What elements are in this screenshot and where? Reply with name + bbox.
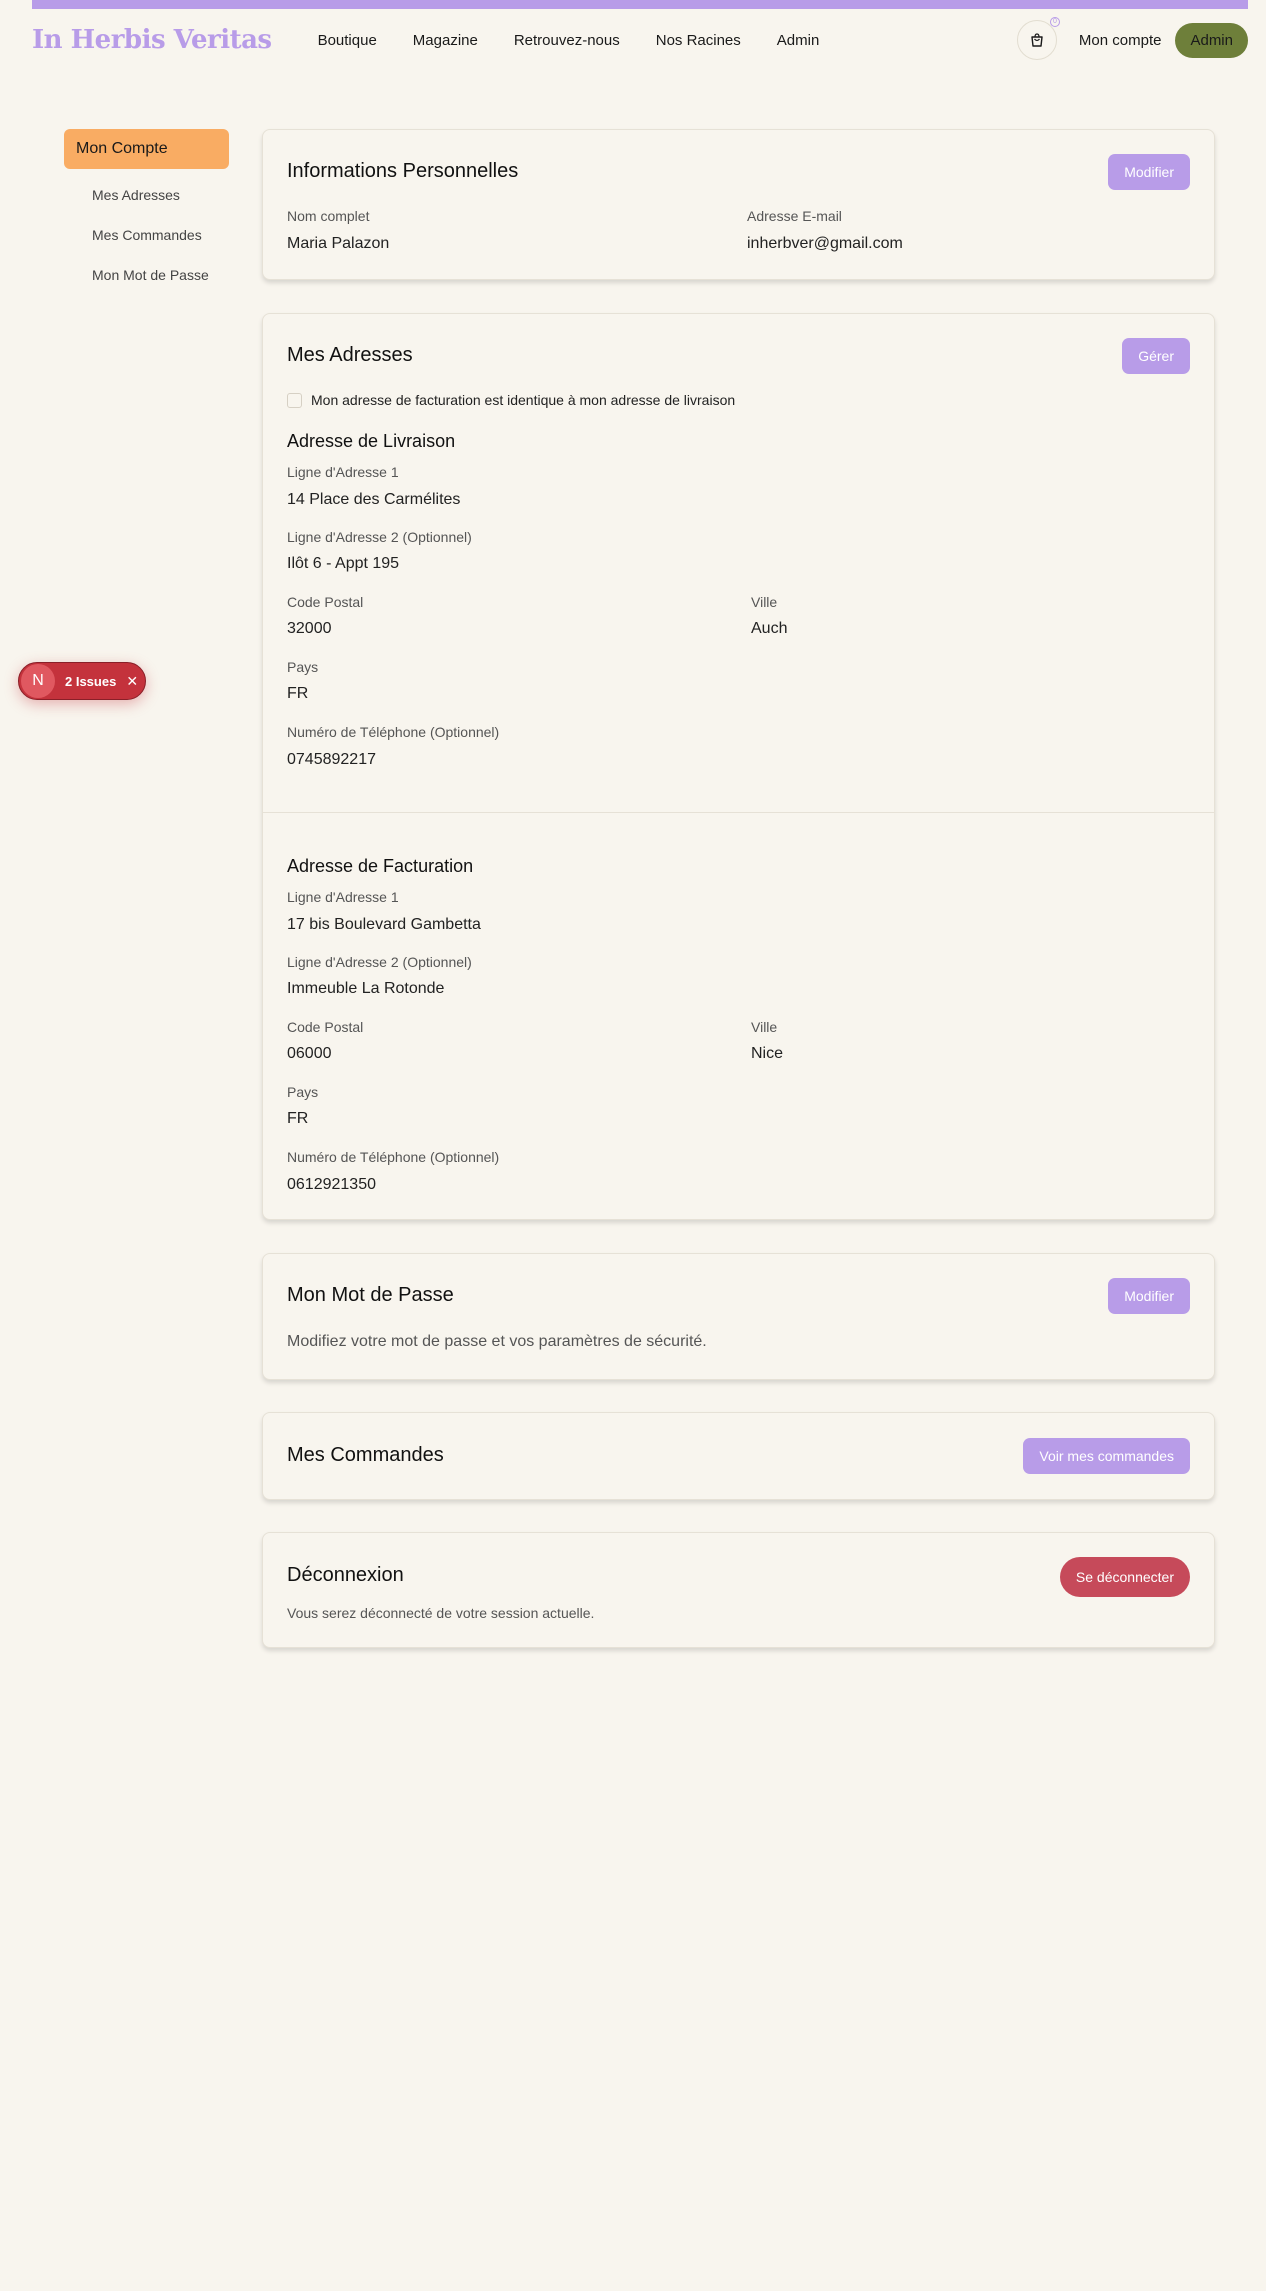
shipping-phone-value: 0745892217 (287, 751, 376, 768)
password-description: Modifiez votre mot de passe et vos param… (287, 1333, 707, 1350)
cart-button[interactable]: 0 (1016, 17, 1060, 60)
cart-count-badge: 0 (1049, 17, 1060, 27)
billing-line2-value: Immeuble La Rotonde (287, 980, 445, 997)
sidebar-item-mes-adresses[interactable]: Mes Adresses (64, 175, 229, 215)
orders-title: Mes Commandes (287, 1444, 444, 1466)
admin-button[interactable]: Admin (1175, 22, 1248, 58)
shipping-line2-value: Ilôt 6 - Appt 195 (287, 555, 400, 572)
nav-link-boutique[interactable]: Boutique (318, 32, 377, 49)
orders-card: Mes Commandes Voir mes commandes (262, 1412, 1215, 1500)
logout-description: Vous serez déconnecté de votre session a… (287, 1605, 595, 1621)
billing-city-value: Nice (751, 1045, 784, 1062)
address-divider (263, 812, 1214, 813)
my-account-link[interactable]: Mon compte (1079, 32, 1162, 49)
sidebar-item-mot-de-passe[interactable]: Mon Mot de Passe (64, 255, 229, 295)
nav-link-retrouvez-nous[interactable]: Retrouvez-nous (514, 32, 620, 49)
shipping-phone-label: Numéro de Téléphone (Optionnel) (287, 724, 500, 740)
password-title: Mon Mot de Passe (287, 1284, 454, 1306)
issues-avatar: N (21, 664, 55, 698)
shipping-line1-label: Ligne d'Adresse 1 (287, 464, 399, 480)
site-logo[interactable]: In Herbis Veritas (32, 25, 272, 55)
logout-title: Déconnexion (287, 1564, 404, 1586)
close-icon[interactable]: ✕ (126, 673, 138, 690)
edit-personal-info-button[interactable]: Modifier (1108, 154, 1190, 190)
top-accent-bar (32, 0, 1248, 9)
billing-country-label: Pays (287, 1084, 319, 1100)
billing-phone-value: 0612921350 (287, 1176, 376, 1193)
nav-link-nos-racines[interactable]: Nos Racines (656, 32, 741, 49)
billing-city-label: Ville (751, 1019, 778, 1035)
billing-line2-label: Ligne d'Adresse 2 (Optionnel) (287, 954, 472, 970)
issues-badge[interactable]: N 2 Issues ✕ (18, 662, 146, 700)
shipping-country-label: Pays (287, 659, 319, 675)
header-actions: 0 Mon compte Admin (1016, 17, 1248, 60)
shipping-line1-value: 14 Place des Carmélites (287, 491, 461, 508)
billing-phone-label: Numéro de Téléphone (Optionnel) (287, 1149, 500, 1165)
billing-country-value: FR (287, 1110, 309, 1127)
manage-addresses-button[interactable]: Gérer (1122, 338, 1190, 374)
logout-card: Déconnexion Se déconnecter Vous serez dé… (262, 1532, 1215, 1648)
addresses-card: Mes Adresses Gérer Mon adresse de factur… (262, 313, 1215, 1220)
shipping-city-value: Auch (751, 620, 788, 637)
sidebar-item-mon-compte[interactable]: Mon Compte (64, 129, 229, 169)
site-header: In Herbis Veritas Boutique Magazine Retr… (32, 14, 1248, 66)
shipping-postal-value: 32000 (287, 620, 332, 637)
billing-postal-value: 06000 (287, 1045, 332, 1062)
billing-line1-value: 17 bis Boulevard Gambetta (287, 916, 481, 933)
full-name-label: Nom complet (287, 208, 370, 224)
sidebar-item-mes-commandes[interactable]: Mes Commandes (64, 215, 229, 255)
email-label: Adresse E-mail (747, 208, 842, 224)
main-nav: Boutique Magazine Retrouvez-nous Nos Rac… (300, 32, 838, 49)
email-value: inherbver@gmail.com (747, 235, 903, 252)
nav-link-admin[interactable]: Admin (777, 32, 820, 49)
shipping-city-label: Ville (751, 594, 778, 610)
personal-info-title: Informations Personnelles (287, 160, 519, 182)
shipping-postal-label: Code Postal (287, 594, 364, 610)
edit-password-button[interactable]: Modifier (1108, 1278, 1190, 1314)
billing-address-title: Adresse de Facturation (287, 856, 474, 876)
same-billing-label: Mon adresse de facturation est identique… (311, 392, 736, 408)
full-name-value: Maria Palazon (287, 235, 390, 252)
billing-postal-label: Code Postal (287, 1019, 364, 1035)
addresses-title: Mes Adresses (287, 344, 413, 366)
personal-info-card: Informations Personnelles Modifier Nom c… (262, 129, 1215, 280)
shopping-bag-icon (1031, 33, 1043, 47)
view-orders-button[interactable]: Voir mes commandes (1023, 1438, 1190, 1474)
logout-button[interactable]: Se déconnecter (1059, 1557, 1190, 1597)
same-billing-checkbox[interactable] (287, 393, 302, 408)
password-card: Mon Mot de Passe Modifier Modifiez votre… (262, 1253, 1215, 1380)
shipping-country-value: FR (287, 685, 309, 702)
nav-link-magazine[interactable]: Magazine (413, 32, 478, 49)
shipping-line2-label: Ligne d'Adresse 2 (Optionnel) (287, 529, 472, 545)
issues-count-label: 2 Issues (65, 673, 117, 689)
account-sidebar: Mon Compte Mes Adresses Mes Commandes Mo… (64, 129, 229, 295)
billing-line1-label: Ligne d'Adresse 1 (287, 889, 399, 905)
shipping-address-title: Adresse de Livraison (287, 431, 456, 451)
